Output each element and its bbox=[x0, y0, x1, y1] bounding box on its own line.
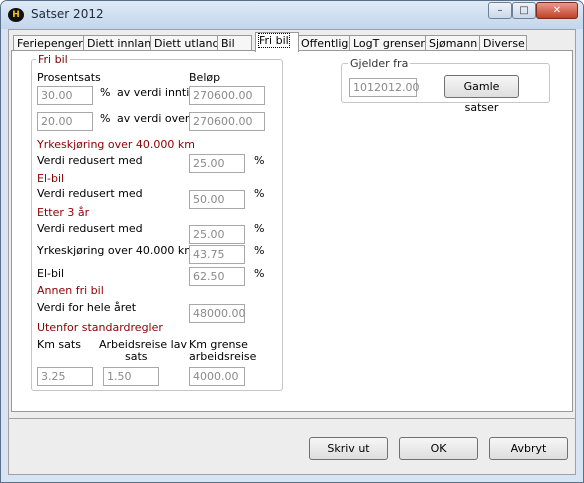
percent-sign: % bbox=[100, 112, 111, 125]
grense-input[interactable]: 4000.00 bbox=[189, 367, 245, 386]
grense-label-2: arbeidsreise bbox=[189, 350, 257, 363]
elbil-input[interactable]: 50.00 bbox=[189, 190, 245, 209]
tab-label: Feriepenger bbox=[17, 37, 83, 50]
maximize-icon[interactable]: □ bbox=[512, 2, 536, 19]
prosentsats-1-input[interactable]: 30.00 bbox=[37, 86, 93, 105]
belop-1-input[interactable]: 270600.00 bbox=[189, 86, 265, 105]
tab-label: Bil bbox=[221, 37, 235, 50]
etter-yrkes-label: Yrkeskjøring over 40.000 km bbox=[37, 244, 196, 257]
title-bar: H Satser 2012 – □ ✕ bbox=[1, 1, 583, 29]
fri-bil-group-title: Fri bil bbox=[36, 53, 70, 66]
yrkeskjoring-label: Verdi redusert med bbox=[37, 154, 143, 167]
tab-label: Diett innland bbox=[87, 37, 159, 50]
percent-sign: % bbox=[100, 86, 111, 99]
etter-elbil-label: El-bil bbox=[37, 267, 65, 280]
yrkeskjoring-title: Yrkeskjøring over 40.000 km bbox=[37, 138, 196, 151]
close-icon[interactable]: ✕ bbox=[536, 2, 578, 19]
belop-label: Beløp bbox=[189, 71, 221, 84]
etter-redusert-label: Verdi redusert med bbox=[37, 222, 143, 235]
percent-sign: % bbox=[254, 154, 265, 167]
annen-label: Verdi for hele året bbox=[37, 301, 137, 314]
etter-elbil-input[interactable]: 62.50 bbox=[189, 267, 245, 286]
percent-sign: % bbox=[254, 187, 265, 200]
etter-3-ar-title: Etter 3 år bbox=[37, 206, 90, 219]
arbeid-input[interactable]: 1.50 bbox=[103, 367, 159, 386]
ok-button[interactable]: OK bbox=[399, 437, 478, 460]
tab-label: Fri bil bbox=[258, 33, 290, 48]
tab-label: Diverse bbox=[483, 37, 525, 50]
etter-yrkes-input[interactable]: 43.75 bbox=[189, 245, 245, 264]
gamle-satser-button[interactable]: Gamle satser bbox=[444, 75, 519, 114]
minimize-icon[interactable]: – bbox=[488, 2, 512, 19]
elbil-label: Verdi redusert med bbox=[37, 187, 143, 200]
etter-redusert-input[interactable]: 25.00 bbox=[189, 225, 245, 244]
percent-sign: % bbox=[254, 222, 265, 235]
tab-label: Diett utland bbox=[154, 37, 220, 50]
percent-sign: % bbox=[254, 267, 265, 280]
print-button[interactable]: Skriv ut bbox=[309, 437, 388, 460]
client-area: Feriepenger Diett innland Diett utland B… bbox=[8, 29, 576, 475]
yrkeskjoring-input[interactable]: 25.00 bbox=[189, 154, 245, 173]
percent-sign: % bbox=[254, 244, 265, 257]
footer-separator bbox=[9, 418, 575, 419]
annen-input[interactable]: 48000.00 bbox=[189, 304, 246, 323]
km-sats-input[interactable]: 3.25 bbox=[37, 367, 93, 386]
av-verdi-over-label: av verdi over bbox=[117, 112, 190, 125]
km-sats-label: Km sats bbox=[37, 338, 81, 351]
belop-2-input[interactable]: 270600.00 bbox=[189, 112, 265, 131]
arbeid-label-2: sats bbox=[125, 350, 148, 363]
app-logo-icon: H bbox=[8, 8, 24, 22]
gjelder-fra-title: Gjelder fra bbox=[348, 57, 411, 70]
gjelder-fra-input[interactable]: 1012012.00 bbox=[349, 78, 419, 97]
cancel-button[interactable]: Avbryt bbox=[489, 437, 568, 460]
tab-page-fri-bil: Fri bil Prosentsats Beløp 30.00 % av ver… bbox=[11, 50, 573, 412]
window-title: Satser 2012 bbox=[31, 7, 104, 21]
tab-label: LogT grenser bbox=[353, 37, 425, 50]
prosentsats-label: Prosentsats bbox=[37, 71, 101, 84]
satser-window: H Satser 2012 – □ ✕ Feriepenger Diett in… bbox=[0, 0, 584, 483]
elbil-title: El-bil bbox=[37, 172, 65, 185]
annen-fri-bil-title: Annen fri bil bbox=[37, 284, 104, 297]
tab-label: Offentlige bbox=[301, 37, 356, 50]
tab-fri-bil[interactable]: Fri bil bbox=[255, 32, 299, 52]
tab-label: Sjømann bbox=[429, 37, 478, 50]
utenfor-title: Utenfor standardregler bbox=[37, 321, 163, 334]
prosentsats-2-input[interactable]: 20.00 bbox=[37, 112, 93, 131]
av-verdi-inntil-label: av verdi inntil bbox=[117, 86, 193, 99]
